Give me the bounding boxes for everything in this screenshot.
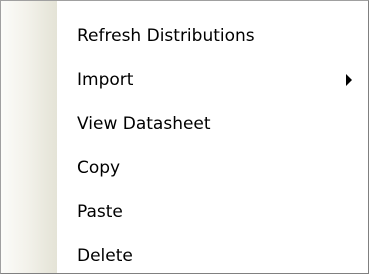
menu-item-label: Copy xyxy=(77,158,121,178)
menu-item-refresh-distributions[interactable]: Refresh Distributions xyxy=(1,14,368,58)
menu-item-delete[interactable]: Delete xyxy=(1,234,368,278)
chevron-right-icon xyxy=(346,74,352,86)
menu-item-view-datasheet[interactable]: View Datasheet xyxy=(1,102,368,146)
menu-item-label: Delete xyxy=(77,246,133,266)
menu-item-label: Paste xyxy=(77,202,123,222)
menu-item-label: Refresh Distributions xyxy=(77,26,255,46)
menu-item-paste[interactable]: Paste xyxy=(1,190,368,234)
context-menu: Refresh Distributions Import View Datash… xyxy=(0,0,369,274)
menu-item-label: Import xyxy=(77,70,134,90)
menu-item-import[interactable]: Import xyxy=(1,58,368,102)
menu-item-copy[interactable]: Copy xyxy=(1,146,368,190)
menu-items: Refresh Distributions Import View Datash… xyxy=(1,14,368,278)
menu-item-label: View Datasheet xyxy=(77,114,211,134)
